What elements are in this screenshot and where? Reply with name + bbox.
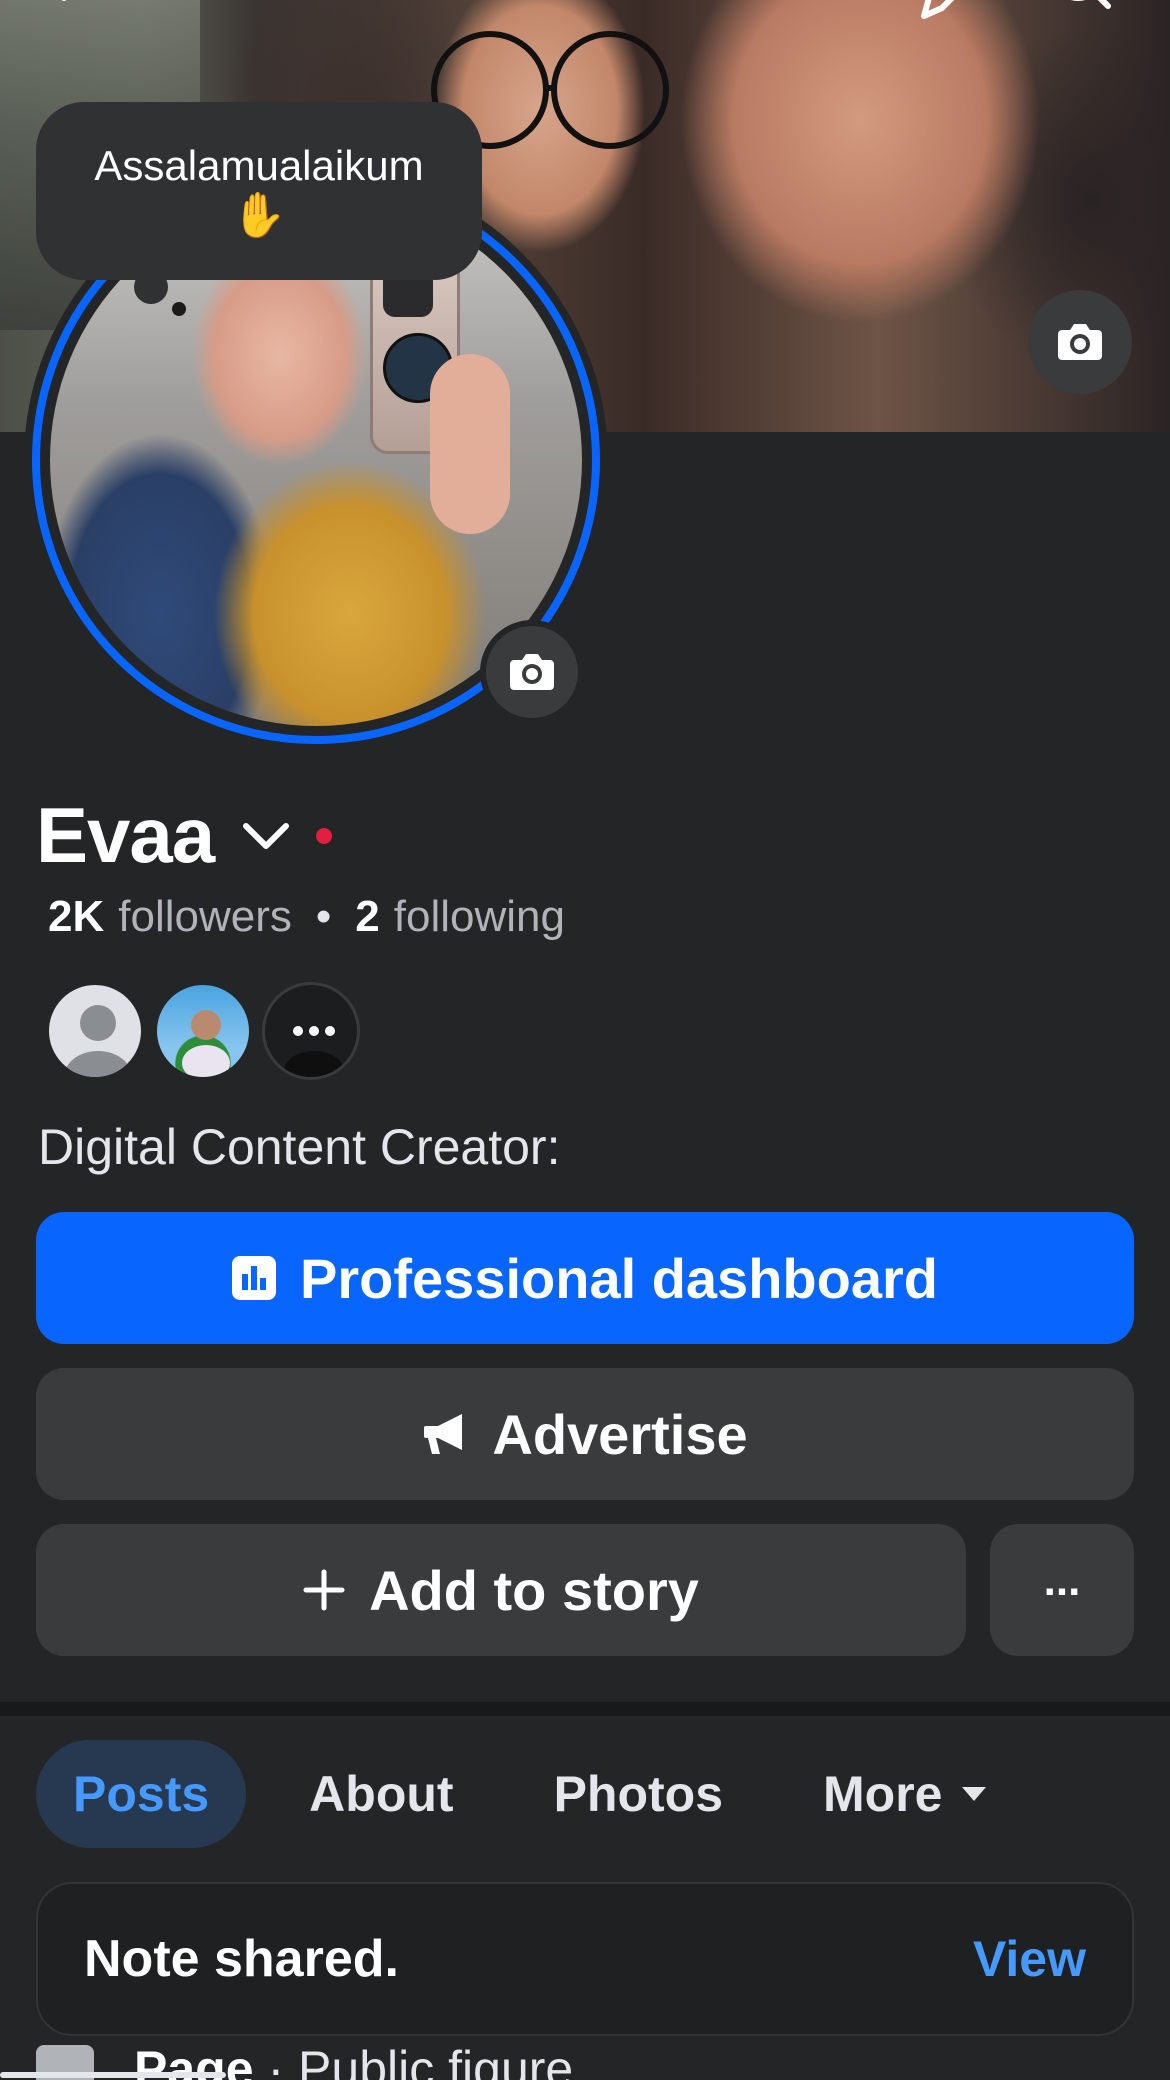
professional-dashboard-label: Professional dashboard [300,1246,938,1310]
back-arrow-icon[interactable] [40,0,100,26]
note-bubble-tail-dot [172,302,186,316]
more-followers-avatar[interactable] [262,982,360,1080]
following-count[interactable]: 2 [355,892,379,942]
profile-name: Evaa [36,791,215,879]
camera-icon [510,654,554,690]
followers-label[interactable]: followers [118,892,292,942]
profile-bio: Digital Content Creator: [38,1119,561,1175]
profile-tabs: Posts About Photos More [36,1740,1051,1848]
plus-icon [303,1569,345,1611]
stats-separator: • [315,892,332,941]
followers-count[interactable]: 2K [48,892,104,942]
advertise-label: Advertise [492,1402,748,1466]
profile-note-bubble[interactable]: Assalamualaikum ✋ [36,102,482,280]
professional-dashboard-button[interactable]: Professional dashboard [36,1212,1134,1344]
follower-photo [182,1010,230,1077]
more-dots-icon: ... [1043,1556,1081,1605]
tab-posts-label: Posts [73,1766,210,1822]
note-emoji: ✋ [231,191,287,240]
chevron-down-icon[interactable] [240,816,292,856]
edit-pencil-icon[interactable] [920,0,980,26]
follow-stats: 2K followers • 2 following [48,892,565,942]
dashboard-chart-icon [232,1256,277,1300]
notification-dot [316,827,333,844]
edit-cover-camera-button[interactable] [1028,290,1132,394]
hand-in-photo [430,354,510,534]
more-options-button[interactable]: ... [990,1524,1134,1656]
page-category: · Public figure [267,2041,574,2080]
tab-more-label: More [823,1766,943,1822]
advertise-button[interactable]: Advertise [36,1368,1134,1500]
profile-name-row[interactable]: Evaa [36,790,333,881]
view-note-link[interactable]: View [973,1930,1086,1988]
tab-posts[interactable]: Posts [36,1740,247,1848]
search-icon[interactable] [1052,0,1112,26]
default-avatar[interactable] [46,982,144,1080]
add-to-story-button[interactable]: Add to story [36,1524,966,1656]
tab-more[interactable]: More [786,1740,1025,1848]
edit-profile-photo-camera-button[interactable] [480,620,584,724]
following-label[interactable]: following [394,892,565,942]
tab-photos[interactable]: Photos [517,1740,760,1848]
follower-avatars[interactable] [46,982,370,1080]
add-to-story-label: Add to story [369,1558,699,1622]
caret-down-icon [962,1787,987,1801]
note-shared-card: Note shared. View [36,1882,1134,2036]
tab-about-label: About [309,1766,454,1822]
tab-photos-label: Photos [553,1766,723,1822]
home-indicator [0,2072,226,2078]
note-text: Assalamualaikum [94,142,424,189]
camera-icon [1058,324,1102,360]
section-divider [0,1702,1170,1716]
person-silhouette-icon [64,1005,132,1077]
more-dots-icon [284,1026,344,1077]
follower-avatar[interactable] [154,982,252,1080]
tab-about[interactable]: About [272,1740,490,1848]
note-shared-title: Note shared. [84,1930,399,1988]
megaphone-icon [422,1412,468,1456]
